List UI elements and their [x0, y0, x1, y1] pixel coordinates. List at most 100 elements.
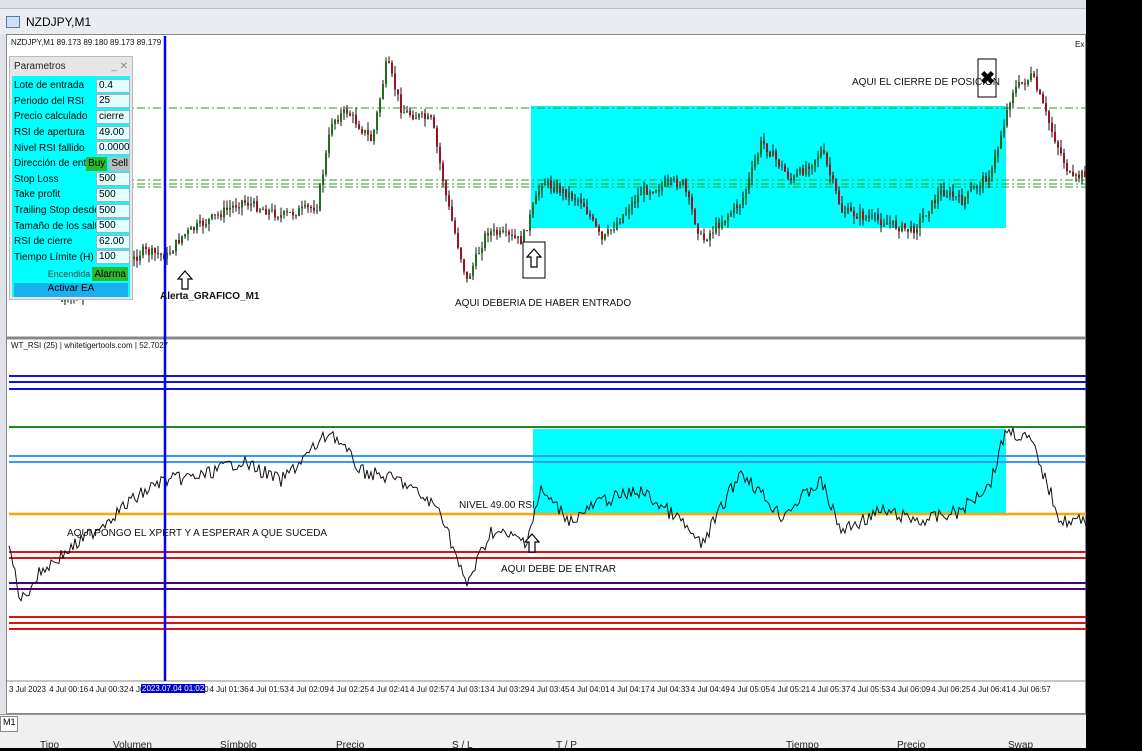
candle-body: [556, 185, 558, 192]
chart-titlebar[interactable]: NZDJPY,M1: [0, 8, 1086, 34]
candle-body: [1042, 94, 1044, 104]
candle-body: [280, 214, 282, 218]
annotation-close: AQUI EL CIERRE DE POSICION: [852, 77, 1000, 88]
on-label: Encendida: [47, 269, 91, 280]
candle-body: [673, 178, 675, 180]
candle-body: [1072, 171, 1074, 176]
parameters-panel[interactable]: Parametros _ ✕ Lote de entrada 0.4 Periodo …: [9, 56, 133, 300]
activate-ea-button[interactable]: Activar EA: [14, 283, 128, 298]
column-header[interactable]: S / L: [452, 740, 473, 751]
candle-body: [958, 194, 960, 197]
column-header[interactable]: T / P: [556, 740, 577, 751]
candle-body: [664, 181, 666, 186]
param-row: Take profit 500: [12, 187, 130, 203]
candle-body: [853, 210, 855, 217]
candle-body: [553, 188, 555, 192]
candle-body: [1027, 79, 1029, 85]
candle-body: [259, 209, 261, 212]
time-tick-label: 4 Jul 02:09: [289, 685, 329, 694]
tab-m1[interactable]: M1: [0, 716, 18, 732]
candle-body: [868, 216, 870, 218]
terminal-panel: M1 Tipo Volumen Símbolo Precio S / L T / P Tie…: [0, 714, 1086, 751]
candle-body: [568, 192, 570, 198]
candle-body: [676, 179, 678, 187]
column-header[interactable]: Tiempo: [786, 740, 819, 751]
candle-body: [304, 204, 306, 207]
candle-body: [625, 212, 627, 215]
candle-body: [361, 129, 363, 133]
candle-body: [454, 220, 456, 233]
minimize-close-icons[interactable]: _ ✕: [111, 61, 128, 72]
candle-body: [535, 194, 537, 205]
param-input[interactable]: 0.4: [96, 78, 130, 93]
candle-body: [151, 248, 153, 255]
candle-body: [406, 110, 408, 113]
column-header[interactable]: Símbolo: [220, 740, 257, 751]
candle-body: [898, 228, 900, 232]
candle-body: [1006, 109, 1008, 126]
candle-body: [970, 189, 972, 192]
param-input[interactable]: 62.00: [96, 234, 130, 249]
candle-body: [856, 216, 858, 219]
candle-body: [1066, 163, 1068, 172]
candle-body: [1048, 111, 1050, 123]
candle-body: [193, 227, 195, 231]
candle-body: [574, 198, 576, 200]
candle-body: [991, 167, 993, 178]
candle-body: [880, 219, 882, 226]
candle-body: [520, 236, 522, 245]
param-input[interactable]: 49.00: [96, 125, 130, 140]
candle-body: [235, 205, 237, 208]
candle-body: [1036, 76, 1038, 90]
param-label: Periodo del RSI: [14, 95, 85, 107]
candle-body: [517, 236, 519, 238]
candle-body: [457, 232, 459, 248]
alarm-button[interactable]: Alarma: [92, 267, 128, 282]
chart-canvas[interactable]: ✖: [7, 35, 1087, 715]
param-input[interactable]: 25: [96, 94, 130, 109]
candle-body: [472, 265, 474, 276]
candle-body: [508, 231, 510, 235]
candle-body: [655, 190, 657, 193]
candle-body: [754, 161, 756, 167]
param-input[interactable]: 0.000000: [96, 141, 130, 156]
trade-zone-price: [531, 106, 1006, 228]
candle-body: [157, 253, 159, 255]
time-tick-label: 4 Jul 06:09: [891, 685, 931, 694]
buy-button[interactable]: Buy: [86, 156, 108, 171]
trade-zone-rsi: [533, 429, 1006, 514]
column-header[interactable]: Tipo: [40, 740, 59, 751]
param-input[interactable]: 500: [96, 172, 130, 187]
candle-body: [1018, 82, 1020, 87]
candle-body: [463, 259, 465, 272]
chart-area[interactable]: ✖ NZDJPY,M1 89.173 89.180 89.173 89.179 …: [6, 34, 1087, 715]
candle-body: [262, 209, 264, 211]
candle-body: [763, 140, 765, 144]
candle-body: [955, 196, 957, 198]
candle-body: [319, 184, 321, 211]
candle-body: [682, 180, 684, 185]
candle-body: [466, 271, 468, 279]
candle-body: [469, 275, 471, 279]
candle-body: [871, 214, 873, 218]
column-header[interactable]: Precio: [897, 740, 925, 751]
param-input[interactable]: 500: [96, 219, 130, 234]
param-input[interactable]: 500: [96, 187, 130, 202]
sell-button[interactable]: Sell: [109, 156, 130, 171]
candle-body: [178, 239, 180, 244]
candle-body: [814, 159, 816, 166]
param-row: Stop Loss 500: [12, 172, 130, 188]
param-input[interactable]: cierre: [96, 109, 130, 124]
candle-body: [706, 239, 708, 241]
param-input[interactable]: 500: [96, 203, 130, 218]
candle-body: [373, 129, 375, 141]
candle-body: [937, 194, 939, 204]
param-input[interactable]: 100: [96, 250, 130, 265]
candle-body: [349, 113, 351, 116]
column-header[interactable]: Volumen: [113, 740, 152, 751]
column-header[interactable]: Precio: [336, 740, 364, 751]
candle-body: [760, 140, 762, 155]
candle-body: [217, 214, 219, 216]
candle-body: [187, 229, 189, 235]
column-header[interactable]: Swap: [1008, 740, 1033, 751]
